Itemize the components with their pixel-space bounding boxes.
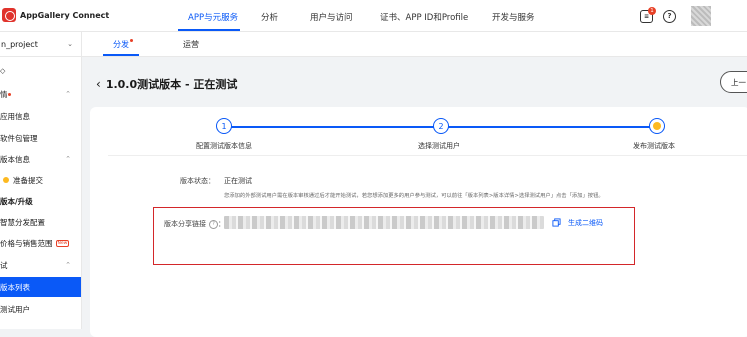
chevron-up-icon: ⌃ bbox=[65, 90, 71, 98]
sub-bar: n_project ⌄ 分发 运营 bbox=[0, 32, 747, 57]
sidebar: ◇ 情 ⌃ 应用信息 软件包管理 版本信息 ⌃ 准备提交 版本/升级 智慧分发配… bbox=[0, 57, 82, 329]
nav-dev-services[interactable]: 开发与服务 bbox=[492, 11, 535, 23]
sidebar-item-label: 版本/升级 bbox=[0, 196, 33, 206]
message-icon[interactable]: ≡ 1 bbox=[640, 6, 656, 23]
sidebar-item-label: 准备提交 bbox=[13, 175, 43, 185]
previous-button[interactable]: 上一 bbox=[720, 71, 747, 93]
page-title: ‹ 1.0.0测试版本 - 正在测试 bbox=[96, 76, 237, 92]
sidebar-item-label: 软件包管理 bbox=[0, 133, 38, 143]
sidebar-item-label: 版本列表 bbox=[0, 282, 30, 292]
step-1-circle: 1 bbox=[216, 118, 232, 134]
step-3-label: 发布测试版本 bbox=[633, 142, 675, 150]
chevron-down-icon: ⌄ bbox=[67, 40, 73, 48]
sidebar-item-testing[interactable]: 试 ⌃ bbox=[0, 255, 81, 275]
tab-distribution-label: 分发 bbox=[113, 40, 129, 49]
logo-text: AppGallery Connect bbox=[20, 10, 110, 20]
nav-analytics[interactable]: 分析 bbox=[261, 11, 278, 23]
step-2-label: 选择测试用户 bbox=[418, 142, 460, 150]
header-icons: ≡ 1 ? bbox=[640, 6, 747, 26]
page-title-text: 1.0.0测试版本 - 正在测试 bbox=[105, 78, 238, 91]
sidebar-item-label: 试 bbox=[0, 260, 8, 270]
step-1-label: 配置测试版本信息 bbox=[196, 142, 252, 150]
main-content: ‹ 1.0.0测试版本 - 正在测试 上一 1 2 配置测试版本信息 选择测试用… bbox=[82, 57, 747, 337]
share-label-text: 版本分享链接 bbox=[164, 220, 206, 228]
step-connector bbox=[224, 126, 434, 128]
collapse-icon: ◇ bbox=[0, 67, 6, 75]
new-tag: New bbox=[55, 239, 70, 247]
nav-certificates[interactable]: 证书、APP ID和Profile bbox=[380, 11, 468, 23]
sidebar-item-label: 智慧分发配置 bbox=[0, 217, 45, 227]
step-current-icon bbox=[653, 122, 661, 130]
sidebar-item-app-details[interactable]: 情 ⌃ bbox=[0, 84, 81, 104]
nav-active-indicator bbox=[178, 29, 240, 31]
sidebar-item-test-users[interactable]: 测试用户 bbox=[0, 299, 81, 319]
help-icon[interactable]: ? bbox=[209, 219, 218, 229]
project-selector[interactable]: n_project ⌄ bbox=[0, 32, 82, 57]
copy-icon[interactable] bbox=[552, 218, 561, 227]
divider bbox=[108, 155, 747, 156]
share-link-label: 版本分享链接 ? ： bbox=[164, 219, 225, 229]
status-value: 正在测试 bbox=[224, 177, 252, 185]
help-icon[interactable]: ? bbox=[663, 9, 676, 23]
appgallery-logo-icon bbox=[2, 8, 16, 22]
sidebar-item-version-list[interactable]: 版本列表 bbox=[0, 277, 81, 297]
sidebar-item-upgrade[interactable]: 版本/升级 bbox=[0, 191, 81, 211]
sidebar-item-app-info[interactable]: 应用信息 bbox=[0, 106, 81, 126]
help-glyph: ? bbox=[667, 12, 672, 20]
notification-badge: 1 bbox=[648, 6, 656, 15]
step-3-circle bbox=[649, 118, 665, 134]
sidebar-item-label: 价格与销售范围 bbox=[0, 238, 53, 248]
sidebar-item-package[interactable]: 软件包管理 bbox=[0, 128, 81, 148]
chevron-up-icon: ⌃ bbox=[65, 155, 71, 163]
sidebar-item-label: 测试用户 bbox=[0, 304, 30, 314]
sidebar-item-label: 应用信息 bbox=[0, 111, 30, 121]
tab-distribution[interactable]: 分发 bbox=[113, 39, 133, 50]
sidebar-item-label: 版本信息 bbox=[0, 154, 30, 164]
back-arrow-icon[interactable]: ‹ bbox=[96, 77, 101, 91]
version-card: 1 2 配置测试版本信息 选择测试用户 发布测试版本 版本状态： 正在测试 您添… bbox=[90, 107, 747, 337]
tab-operations[interactable]: 运营 bbox=[183, 39, 199, 50]
alert-dot bbox=[7, 92, 11, 96]
project-name: n_project bbox=[1, 40, 38, 49]
share-link-redacted[interactable] bbox=[224, 216, 544, 229]
tab-dot bbox=[130, 39, 133, 42]
status-label: 版本状态： bbox=[180, 177, 215, 185]
sidebar-item-smart-distribution[interactable]: 智慧分发配置 bbox=[0, 212, 81, 232]
chevron-up-icon: ⌃ bbox=[65, 261, 71, 269]
avatar[interactable] bbox=[691, 6, 711, 26]
top-bar: AppGallery Connect APP与元服务 分析 用户与访问 证书、A… bbox=[0, 0, 747, 32]
sidebar-item-ready[interactable]: 准备提交 bbox=[0, 170, 81, 190]
test-hint: 您添加的外部测试用户需在版本审核通过后才能开始测试，若您想添加更多的用户参与测试… bbox=[224, 193, 604, 199]
generate-qr-link[interactable]: 生成二维码 bbox=[568, 218, 603, 228]
pending-status-icon bbox=[3, 177, 9, 183]
sidebar-item-version-info[interactable]: 版本信息 ⌃ bbox=[0, 149, 81, 169]
tab-active-indicator bbox=[103, 54, 139, 56]
sidebar-item-price-region[interactable]: 价格与销售范围 New bbox=[0, 233, 81, 253]
sidebar-item-collapse[interactable]: ◇ bbox=[0, 61, 81, 81]
step-2-circle: 2 bbox=[433, 118, 449, 134]
nav-users-access[interactable]: 用户与访问 bbox=[310, 11, 353, 23]
sidebar-item-label: 情 bbox=[0, 89, 8, 99]
nav-app-services[interactable]: APP与元服务 bbox=[188, 11, 238, 23]
step-connector bbox=[448, 126, 650, 128]
logo[interactable]: AppGallery Connect bbox=[0, 8, 109, 22]
